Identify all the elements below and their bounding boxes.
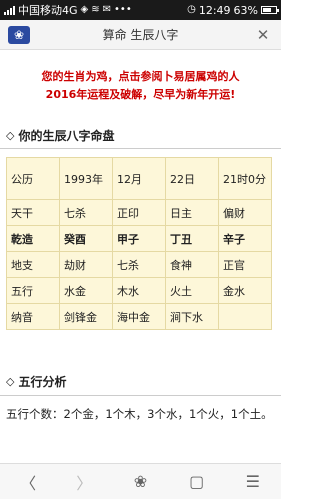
bazi-row-label: 地支 xyxy=(6,251,60,278)
bazi-row-label: 纳音 xyxy=(6,303,60,330)
browser-bottom-nav: 〈 〉 ❀ ▢ ☰ xyxy=(0,463,281,499)
bazi-cell: 金水 xyxy=(218,277,272,304)
bazi-cell: 21时0分 xyxy=(218,157,272,200)
title-bar: ❀ 算命 生辰八字 ✕ xyxy=(0,20,281,50)
tabs-button[interactable]: ▢ xyxy=(177,467,217,497)
status-bar: 中国移动4G ◈ ≋ ✉ ••• ◷ 12:49 63% xyxy=(0,0,281,20)
paw-icon[interactable]: ❀ xyxy=(8,26,30,44)
bazi-section-heading: ◇ 你的生辰八字命盘 xyxy=(6,127,114,144)
wechat-icon: ✉ xyxy=(102,4,112,15)
back-button[interactable]: 〈 xyxy=(8,467,48,497)
bazi-row-label: 五行 xyxy=(6,277,60,304)
wuxing-heading-text: 五行分析 xyxy=(18,375,67,389)
bazi-cell: 日主 xyxy=(165,199,219,226)
diamond-icon: ◇ xyxy=(6,375,15,388)
alarm-icon: ◷ xyxy=(187,4,196,15)
chevron-left-icon: 〈 xyxy=(20,473,37,493)
bazi-cell: 食神 xyxy=(165,251,219,278)
bazi-cell: 七杀 xyxy=(59,199,113,226)
wifi-icon: ≋ xyxy=(91,4,100,15)
bazi-cell: 辛子 xyxy=(218,225,272,252)
bazi-cell: 丁丑 xyxy=(165,225,219,252)
bazi-row-label: 公历 xyxy=(6,157,60,200)
bazi-heading-text: 你的生辰八字命盘 xyxy=(18,129,115,143)
paw-icon: ❀ xyxy=(133,472,148,491)
bazi-row: 纳音 剑锋金 海中金 涧下水 xyxy=(6,303,272,330)
bazi-row: 乾造 癸酉 甲子 丁丑 辛子 xyxy=(6,225,272,252)
bazi-cell: 剑锋金 xyxy=(59,303,113,330)
bazi-cell: 22日 xyxy=(165,157,219,200)
zodiac-promo-link[interactable]: 您的生肖为鸡，点击参阅卜易居属鸡的人 2016年运程及破解，尽早为新年开运! xyxy=(0,68,281,104)
menu-button[interactable]: ☰ xyxy=(233,467,273,497)
close-icon: ✕ xyxy=(256,26,270,44)
notification-icon: ••• xyxy=(114,4,132,15)
bazi-cell: 劫财 xyxy=(59,251,113,278)
bazi-row: 五行 水金 木水 火土 金水 xyxy=(6,277,272,304)
bazi-cell: 正印 xyxy=(112,199,166,226)
page-title: 算命 生辰八字 xyxy=(102,28,179,42)
home-button[interactable]: ❀ xyxy=(120,467,160,497)
diamond-icon: ◇ xyxy=(6,129,15,142)
promo-line-1: 您的生肖为鸡，点击参阅卜易居属鸡的人 xyxy=(41,70,240,83)
bazi-cell: 七杀 xyxy=(112,251,166,278)
signal-icon xyxy=(4,5,15,15)
bazi-cell: 海中金 xyxy=(112,303,166,330)
bazi-row: 天干 七杀 正印 日主 偏财 xyxy=(6,199,272,226)
bazi-cell: 癸酉 xyxy=(59,225,113,252)
bazi-cell: 木水 xyxy=(112,277,166,304)
square-icon: ▢ xyxy=(189,472,205,491)
wuxing-section-heading: ◇ 五行分析 xyxy=(6,373,66,390)
bazi-cell: 1993年 xyxy=(59,157,113,200)
battery-percent: 63% xyxy=(233,3,258,17)
menu-icon: ☰ xyxy=(245,472,261,491)
bazi-row: 公历 1993年 12月 22日 21时0分 xyxy=(6,157,272,200)
bazi-cell: 火土 xyxy=(165,277,219,304)
bazi-cell: 正官 xyxy=(218,251,272,278)
clock: 12:49 xyxy=(198,3,231,17)
shield-icon: ◈ xyxy=(80,4,89,15)
bazi-table: 公历 1993年 12月 22日 21时0分 天干 七杀 正印 日主 偏财 乾造 癸酉 甲子 丁丑 辛子 地支… xyxy=(6,157,272,330)
bazi-row-label: 乾造 xyxy=(6,225,60,252)
bazi-cell xyxy=(218,303,272,330)
divider xyxy=(0,395,281,396)
promo-line-2: 2016年运程及破解，尽早为新年开运! xyxy=(45,88,236,101)
bazi-cell: 水金 xyxy=(59,277,113,304)
chevron-right-icon: 〉 xyxy=(76,473,93,493)
wuxing-analysis-text: 五行个数：2个金，1个木，3个水，1个火，1个土。 xyxy=(6,407,273,421)
battery-icon xyxy=(261,6,279,14)
divider xyxy=(0,148,281,149)
bazi-cell: 甲子 xyxy=(112,225,166,252)
bazi-row: 地支 劫财 七杀 食神 正官 xyxy=(6,251,272,278)
bazi-cell: 12月 xyxy=(112,157,166,200)
forward-button[interactable]: 〉 xyxy=(64,467,104,497)
bazi-cell: 偏财 xyxy=(218,199,272,226)
bazi-row-label: 天干 xyxy=(6,199,60,226)
bazi-cell: 涧下水 xyxy=(165,303,219,330)
carrier-label: 中国移动4G xyxy=(18,4,78,17)
close-button[interactable]: ✕ xyxy=(253,25,273,45)
